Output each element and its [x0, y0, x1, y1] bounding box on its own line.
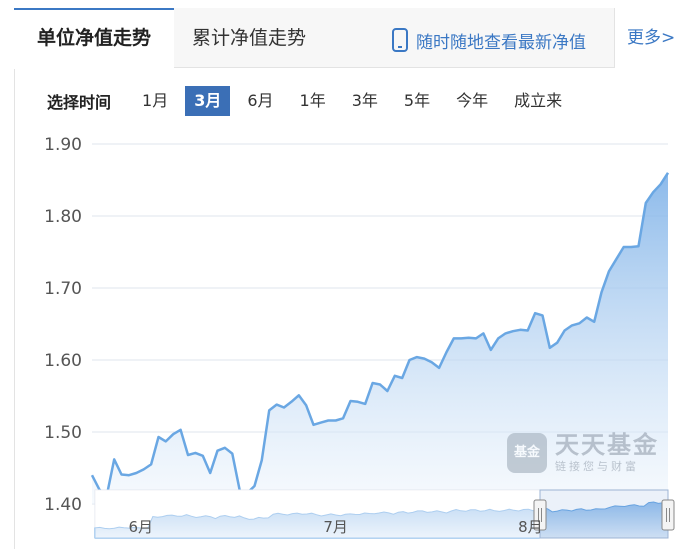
y-tick-label: 1.80	[44, 207, 82, 227]
watermark-seal: 基金	[507, 433, 547, 473]
navigator-month-label: 7月	[323, 518, 348, 536]
y-tick-label: 1.50	[44, 423, 82, 443]
y-tick-label: 1.90	[44, 135, 82, 155]
navigator-month-label: 8月	[518, 518, 543, 536]
y-tick-label: 1.40	[44, 495, 82, 515]
navigator-unselected	[95, 490, 540, 538]
watermark-title: 天天基金	[555, 431, 659, 459]
navigator-handle[interactable]	[661, 499, 675, 531]
y-tick-label: 1.60	[44, 351, 82, 371]
navigator-month-label: 6月	[129, 518, 154, 536]
brand-watermark: 基金 天天基金 链接您与财富	[507, 432, 659, 474]
y-tick-label: 1.70	[44, 279, 82, 299]
navigator-selection	[539, 489, 669, 539]
watermark-subtitle: 链接您与财富	[555, 460, 639, 473]
